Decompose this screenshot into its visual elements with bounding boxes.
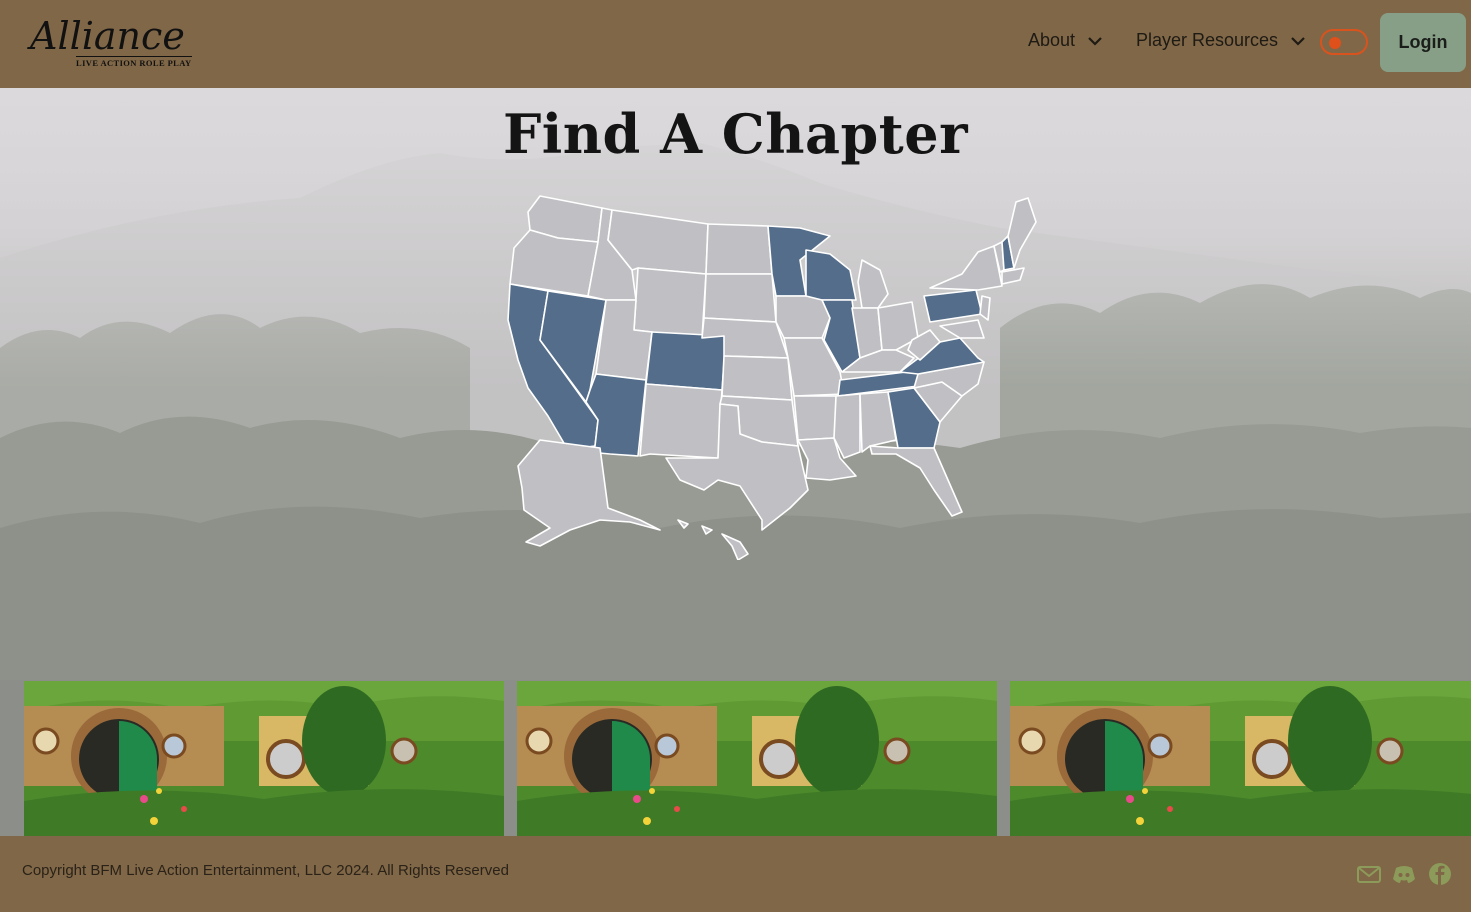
login-button[interactable]: Login <box>1380 13 1466 72</box>
gallery-photo-2 <box>517 681 997 836</box>
state-nm <box>639 383 723 459</box>
hobbit-hole-image <box>1010 681 1471 836</box>
state-pa[interactable] <box>923 289 983 323</box>
hobbit-hole-image <box>517 681 997 836</box>
page-title: Find A Chapter <box>502 102 969 166</box>
state-md <box>939 319 985 339</box>
mail-icon[interactable] <box>1356 862 1382 886</box>
state-ny <box>929 245 1003 291</box>
nav-about-label: About <box>1028 30 1076 50</box>
state-mi <box>857 259 889 309</box>
photo-gallery <box>0 680 1471 836</box>
state-ks <box>721 355 793 401</box>
logo-subtitle: LIVE ACTION ROLE PLAY <box>76 56 192 68</box>
chevron-down-icon <box>1291 36 1305 46</box>
logo-wordmark: Alliance <box>30 14 185 58</box>
copyright-text: Copyright BFM Live Action Entertainment,… <box>22 862 509 879</box>
state-wy <box>633 267 707 339</box>
nav-player-resources-label: Player Resources <box>1136 30 1279 50</box>
hobbit-hole-image <box>24 681 504 836</box>
state-ia <box>775 295 831 339</box>
gallery-photo-3 <box>1010 681 1471 836</box>
nav-about[interactable]: About <box>1028 30 1103 51</box>
state-me <box>1007 197 1037 269</box>
state-hi <box>677 519 749 560</box>
discord-icon[interactable] <box>1391 862 1417 886</box>
state-co[interactable] <box>645 331 727 391</box>
gallery-photo-1 <box>24 681 504 836</box>
state-nd <box>705 223 773 275</box>
state-ar <box>793 395 841 441</box>
alliance-logo[interactable]: Alliance LIVE ACTION ROLE PLAY <box>30 12 192 72</box>
nav-player-resources[interactable]: Player Resources <box>1136 30 1306 51</box>
hero-section: Find A Chapter <box>0 88 1471 680</box>
site-footer: Copyright BFM Live Action Entertainment,… <box>0 836 1471 912</box>
site-header: Alliance LIVE ACTION ROLE PLAY About Pla… <box>0 0 1471 88</box>
chevron-down-icon <box>1088 36 1102 46</box>
state-nj <box>979 295 991 321</box>
facebook-icon[interactable] <box>1427 862 1453 886</box>
state-sd <box>703 273 777 323</box>
state-fl <box>869 445 963 517</box>
state-wi[interactable] <box>805 249 857 301</box>
us-chapter-map[interactable] <box>500 190 1045 560</box>
toggle-knob <box>1329 37 1341 49</box>
theme-toggle[interactable] <box>1320 29 1368 55</box>
